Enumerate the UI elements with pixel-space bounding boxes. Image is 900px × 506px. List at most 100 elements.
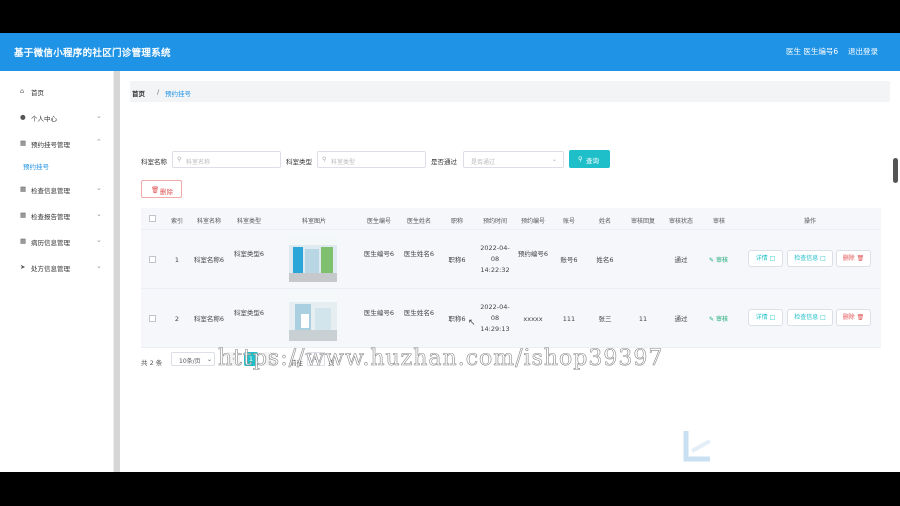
chevron-up-icon: ⌃ (96, 138, 102, 146)
breadcrumb-home[interactable]: 首页 (132, 88, 145, 98)
breadcrumb-separator: / (157, 88, 160, 96)
sidebar-subitem-appointment[interactable]: 预约挂号 (23, 161, 49, 171)
th-actions: 操作 (803, 218, 816, 225)
sidebar-item-label: 预约挂号管理 (31, 141, 70, 149)
sidebar-item-medical-record[interactable]: ▦ 病历信息管理 ⌄ (0, 231, 114, 251)
dept-name-placeholder: 科室名称 (186, 159, 211, 166)
batch-delete-label: 删除 (160, 188, 173, 196)
sidebar-item-label: 检查报告管理 (31, 213, 70, 221)
cell-dept-type: 科室类型6 (233, 250, 265, 258)
cell-appt-no: xxxxx (523, 315, 543, 323)
exam-info-label: 检查信息 (794, 255, 819, 262)
sidebar-item-label: 处方信息管理 (31, 265, 70, 273)
approved-label: 是否通过 (431, 158, 457, 166)
cell-appt-no: 预约编号6 (517, 250, 549, 258)
audit-link[interactable]: ✎ 审核 (709, 314, 728, 323)
th-dept-name: 科室名称 (196, 218, 221, 225)
sidebar-item-profile[interactable]: ● 个人中心 ⌄ (0, 107, 114, 127)
sidebar-item-home[interactable]: ⌂ 首页 (0, 81, 114, 101)
cell-dept-name: 科室名称6 (193, 256, 225, 264)
select-all-checkbox[interactable] (149, 215, 156, 222)
sidebar-item-exam-report[interactable]: ▦ 检查报告管理 ⌄ (0, 205, 114, 225)
sidebar-item-label: 首页 (31, 89, 44, 97)
search-button[interactable]: ⚲ 查询 (569, 150, 610, 168)
cell-appt-time: 2022-04-08 14:22:32 (480, 244, 510, 274)
cell-title: 职称6 (448, 256, 466, 264)
cell-status: 通过 (674, 315, 688, 323)
sidebar-item-label: 病历信息管理 (31, 239, 70, 247)
th-account: 账号 (562, 218, 575, 225)
table-row: 2 科室名称6 科室类型6 医生编号6 医生姓名6 职称6 2022-04-08… (141, 289, 881, 348)
delete-label: 删除 (842, 255, 855, 262)
search-button-label: 查询 (586, 157, 599, 165)
cell-index: 2 (174, 315, 180, 323)
sidebar-item-prescription[interactable]: ➤ 处方信息管理 ⌄ (0, 257, 114, 277)
cell-dept-name: 科室名称6 (193, 315, 225, 323)
approved-select[interactable]: 是否通过 ⌄ (463, 151, 564, 168)
dept-image (289, 235, 337, 282)
sidebar-item-exam-info[interactable]: ▦ 检查信息管理 ⌄ (0, 179, 114, 199)
batch-delete-button[interactable]: 🗑 删除 (141, 180, 182, 198)
th-appt-time: 预约时间 (482, 218, 507, 225)
cell-doctor-no: 医生编号6 (363, 250, 395, 258)
exam-info-button[interactable]: 检查信息 □ (787, 309, 833, 326)
logout-link[interactable]: 退出登录 (848, 46, 878, 57)
page-size-select[interactable]: 10条/页 ⌄ (171, 352, 215, 366)
th-doctor-no: 医生编号 (366, 218, 391, 225)
page-size-value: 10条/页 (179, 358, 201, 365)
dept-type-label: 科室类型 (286, 158, 312, 166)
chevron-down-icon: ⌄ (551, 156, 557, 163)
sidebar-item-label: 个人中心 (31, 115, 57, 123)
grid-icon: ▦ (20, 211, 27, 219)
chevron-down-icon: ⌄ (207, 356, 213, 363)
breadcrumb-current: 预约挂号 (165, 90, 191, 98)
cell-status: 通过 (674, 256, 688, 264)
delete-button[interactable]: 删除 🗑 (836, 309, 871, 326)
app-frame: 基于微信小程序的社区门诊管理系统 医生 医生编号6 退出登录 ⌂ 首页 ● 个人… (0, 33, 900, 472)
th-index: 索引 (170, 218, 183, 225)
cell-doctor-no: 医生编号6 (363, 309, 395, 317)
pagination-total: 共 2 条 (141, 359, 163, 367)
row-checkbox[interactable] (149, 256, 156, 263)
trash-icon: 🗑 (151, 186, 160, 194)
cell-dept-type: 科室类型6 (233, 309, 265, 317)
sidebar-item-label: 检查信息管理 (31, 187, 70, 195)
exam-info-button[interactable]: 检查信息 □ (787, 250, 833, 267)
cell-appt-time: 2022-04-08 14:29:13 (480, 303, 510, 333)
table-row: 1 科室名称6 科室类型6 医生编号6 医生姓名6 职称6 2022-04-08… (141, 230, 881, 289)
detail-button[interactable]: 详情 □ (748, 309, 783, 326)
grid-icon: ▦ (20, 237, 27, 245)
audit-label: 审核 (715, 316, 728, 323)
breadcrumb: 首页 / 预约挂号 (130, 81, 890, 102)
chevron-down-icon: ⌄ (96, 236, 102, 244)
cell-account: 111 (562, 315, 576, 323)
dept-type-input[interactable]: ⚲ 科室类型 (317, 151, 426, 168)
th-dept-image: 科室图片 (301, 218, 326, 225)
home-icon: ⌂ (20, 87, 25, 95)
sidebar: ⌂ 首页 ● 个人中心 ⌄ ▦ 预约挂号管理 ⌃ 预约挂号 ▦ 检查信息管理 ⌄… (0, 71, 114, 472)
cell-name: 姓名6 (596, 256, 614, 264)
watermark-url: https://www.huzhan.com/ishop39397 (218, 346, 664, 372)
audit-link[interactable]: ✎ 审核 (709, 255, 728, 264)
chevron-down-icon: ⌄ (96, 262, 102, 270)
dept-name-label: 科室名称 (141, 158, 167, 166)
cell-index: 1 (174, 256, 180, 264)
delete-button[interactable]: 删除 🗑 (836, 250, 871, 267)
send-icon: ➤ (20, 263, 26, 271)
th-name: 姓名 (598, 218, 611, 225)
th-audit: 审核 (712, 218, 725, 225)
detail-button[interactable]: 详情 □ (748, 250, 783, 267)
th-status: 审核状态 (668, 218, 693, 225)
video-logo-icon (683, 431, 711, 462)
grid-icon: ▦ (20, 139, 27, 147)
row-checkbox[interactable] (149, 315, 156, 322)
cell-account: 账号6 (560, 256, 578, 264)
dept-type-placeholder: 科室类型 (331, 159, 356, 166)
main-content: 首页 / 预约挂号 科室名称 ⚲ 科室名称 科室类型 ⚲ 科室类型 是否通过 是… (120, 71, 900, 472)
search-icon: ⚲ (177, 156, 182, 163)
exam-info-label: 检查信息 (794, 314, 819, 321)
search-icon: ⚲ (578, 155, 583, 163)
dept-name-input[interactable]: ⚲ 科室名称 (172, 151, 281, 168)
page-scrollbar[interactable] (893, 158, 898, 183)
sidebar-item-appointments[interactable]: ▦ 预约挂号管理 ⌃ (0, 133, 114, 153)
